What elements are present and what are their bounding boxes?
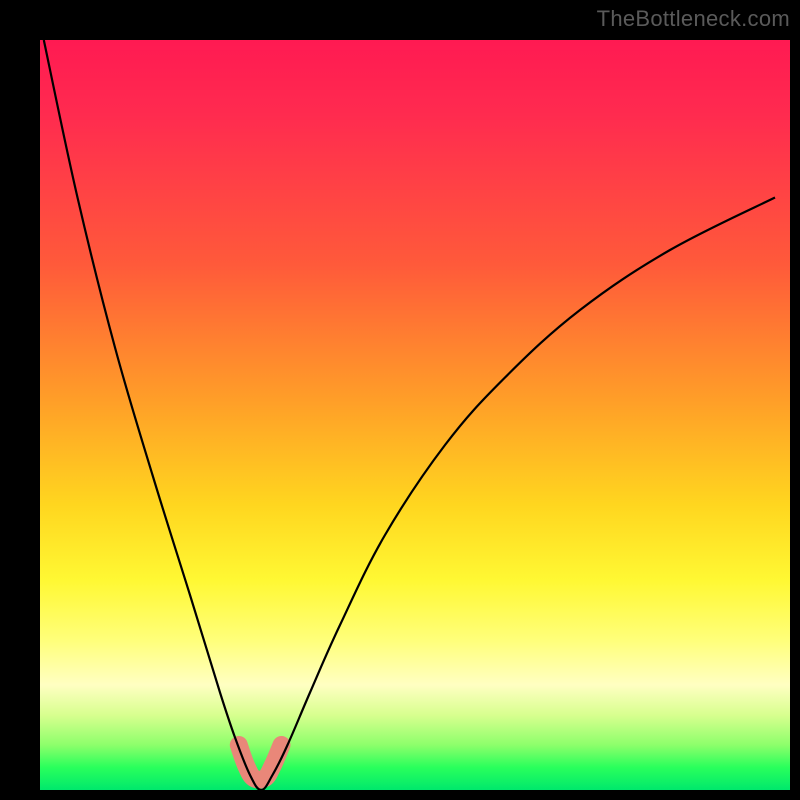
curve-layer xyxy=(40,40,790,790)
chart-frame: TheBottleneck.com xyxy=(0,0,800,800)
bottleneck-curve xyxy=(44,40,775,790)
watermark-text: TheBottleneck.com xyxy=(597,6,790,32)
plot-area xyxy=(40,40,790,790)
